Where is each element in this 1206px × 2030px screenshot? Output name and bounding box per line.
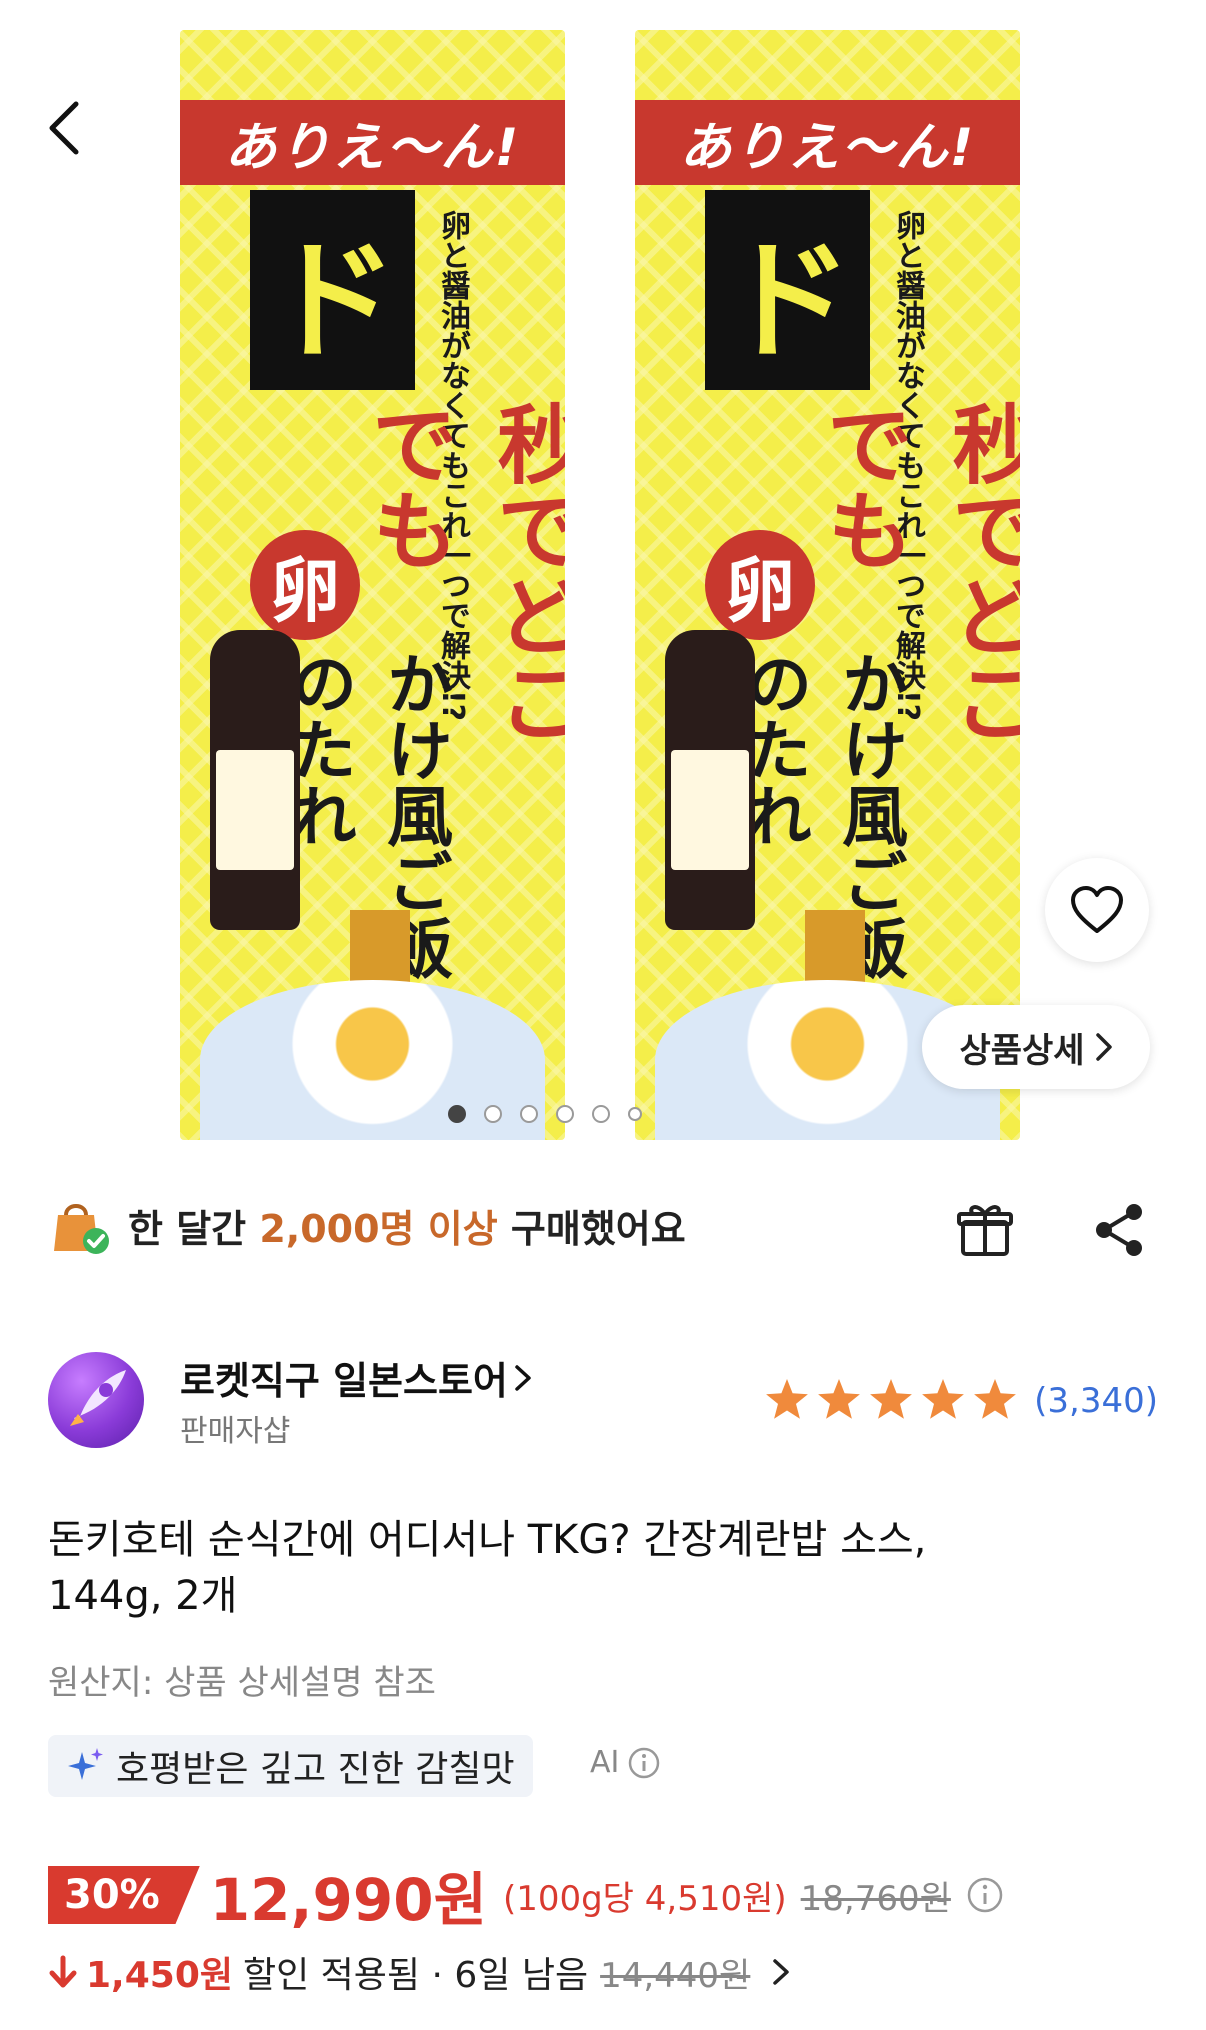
chevron-right-icon <box>515 1364 531 1391</box>
chevron-right-icon <box>773 1959 790 1985</box>
purchase-suffix: 구매했어요 <box>510 1206 686 1251</box>
rating-stars <box>766 1379 1017 1419</box>
gift-button[interactable] <box>955 1200 1015 1260</box>
product-title: 돈키호테 순식간에 어디서나 TKG? 간장계란밥 소스, 144g, 2개 <box>48 1517 927 1619</box>
ai-summary-chip[interactable]: 호평받은 깊고 진한 감칠맛 <box>48 1735 533 1797</box>
origin-text: 원산지: 상품 상세설명 참조 <box>48 1663 436 1703</box>
product-image-gallery[interactable]: ありえ～ん! ド 卵と醤油がなくてもこれ一つで解決!? 秒でどこでも 卵 かけ風… <box>0 0 1206 1150</box>
favorite-button[interactable] <box>1045 858 1149 962</box>
star-icon <box>766 1379 809 1419</box>
package-egg-char: 卵 <box>250 530 360 640</box>
unit-price: (100g당 4,510원) <box>502 1878 787 1919</box>
pagination-dot[interactable] <box>448 1105 466 1123</box>
price-before-coupon: 14,440원 <box>600 1955 751 1996</box>
star-icon <box>922 1379 965 1419</box>
share-button[interactable] <box>1090 1200 1150 1260</box>
heart-icon <box>1071 886 1123 933</box>
store-type: 판매자샵 <box>180 1414 291 1449</box>
sparkle-icon <box>68 1748 103 1780</box>
product-image-left: ありえ～ん! ド 卵と醤油がなくてもこれ一つで解決!? 秒でどこでも 卵 かけ風… <box>180 30 565 1140</box>
pagination-dot[interactable] <box>556 1105 574 1123</box>
price-info-icon[interactable] <box>965 1875 1005 1915</box>
star-icon <box>974 1379 1017 1419</box>
original-price: 18,760원 <box>800 1878 951 1919</box>
star-icon <box>870 1379 913 1419</box>
product-image-right: ありえ～ん! ド 卵と醤油がなくてもこれ一つで解決!? 秒でどこでも 卵 かけ風… <box>635 30 1020 1140</box>
package-big-char: ド <box>250 190 415 390</box>
store-info[interactable]: 로켓직구 일본스토어 판매자샵 (3,340) <box>48 1350 1158 1450</box>
coupon-text: 할인 적용됨 · 6일 남음 <box>243 1955 589 1996</box>
rocket-icon <box>70 1370 126 1426</box>
discount-badge: 30% <box>48 1866 200 1924</box>
coupon-amount: 1,450원 <box>86 1955 233 1996</box>
pagination-dot[interactable] <box>520 1105 538 1123</box>
sale-price: 12,990원 <box>209 1866 487 1934</box>
product-detail-button[interactable]: 상품상세 <box>922 1005 1150 1089</box>
pagination-dot[interactable] <box>484 1105 502 1123</box>
back-button[interactable] <box>44 88 104 168</box>
ai-summary-text: 호평받은 깊고 진한 감칠맛 <box>116 1749 515 1790</box>
package-egg-char: 卵 <box>705 530 815 640</box>
store-name: 로켓직구 일본스토어 <box>180 1359 508 1403</box>
chevron-left-icon <box>49 101 79 155</box>
purchase-count: 2,000명 이상 <box>259 1206 498 1251</box>
gift-icon <box>957 1205 1013 1256</box>
ai-label[interactable]: AI <box>590 1745 661 1780</box>
star-icon <box>818 1379 861 1419</box>
package-banner: ありえ～ん! <box>180 100 565 185</box>
store-avatar[interactable] <box>48 1352 144 1448</box>
share-icon <box>1096 1204 1142 1256</box>
store-name-link[interactable]: 로켓직구 일본스토어 <box>180 1350 532 1405</box>
arrow-down-icon <box>49 1955 77 1988</box>
ai-label-text: AI <box>590 1745 620 1780</box>
chevron-right-icon <box>1095 1033 1112 1061</box>
package-big-char: ド <box>705 190 870 390</box>
product-detail-label: 상품상세 <box>959 1030 1085 1071</box>
shopping-bag-check-icon <box>54 1204 109 1254</box>
pagination-dot[interactable] <box>628 1107 642 1121</box>
purchase-prefix: 한 달간 <box>128 1206 247 1251</box>
coupon-discount-row[interactable]: 1,450원 할인 적용됨 · 6일 남음 14,440원 <box>48 1942 1158 2002</box>
rating[interactable]: (3,340) <box>762 1376 1158 1426</box>
price-row: 30% 12,990원 (100g당 4,510원) 18,760원 <box>48 1860 1158 1934</box>
package-banner: ありえ～ん! <box>635 100 1020 185</box>
gallery-pagination[interactable] <box>448 1105 642 1123</box>
pagination-dot[interactable] <box>592 1105 610 1123</box>
review-count[interactable]: (3,340) <box>1034 1381 1158 1421</box>
info-icon <box>629 1747 660 1778</box>
